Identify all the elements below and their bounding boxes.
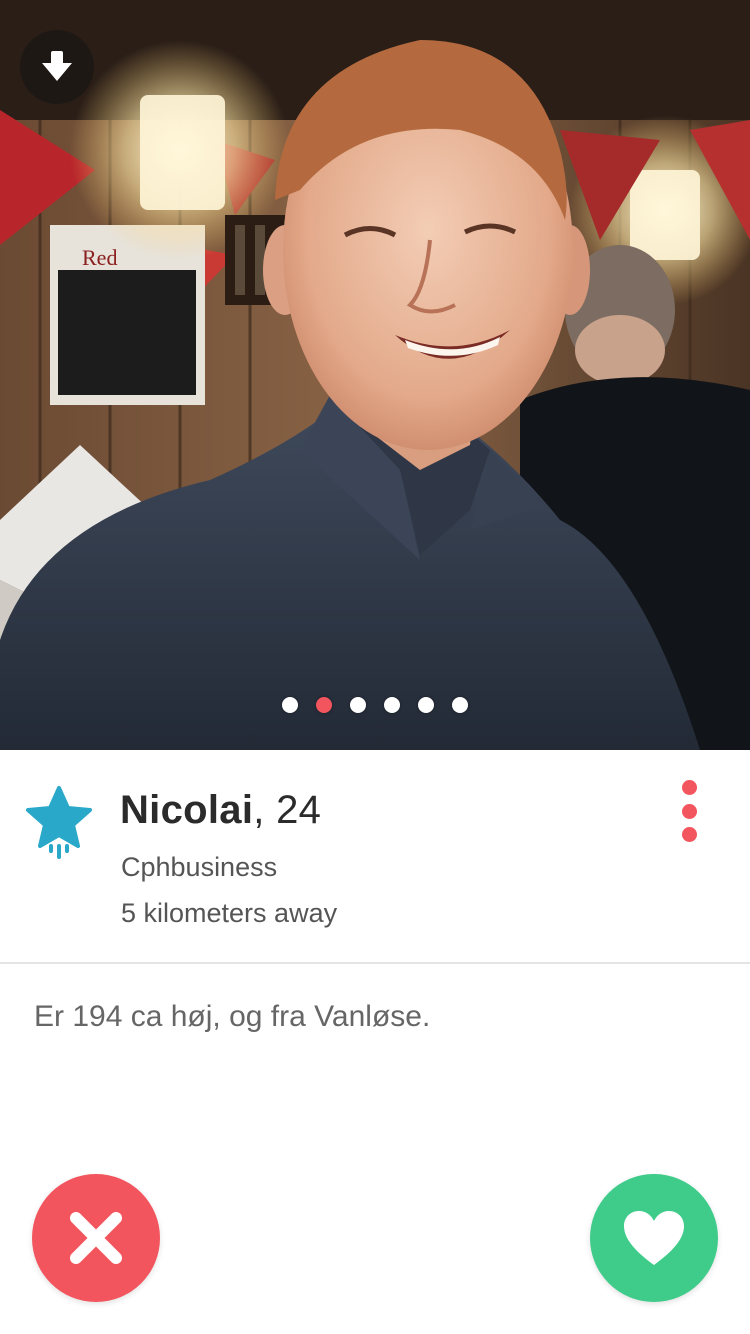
vertical-dots-icon	[681, 803, 697, 819]
photo-dot[interactable]	[452, 697, 468, 713]
profile-screen: Red Nicolai, 24 Cphbusiness 5 kilometers…	[0, 0, 750, 1334]
close-x-icon	[70, 1212, 122, 1264]
profile-photo[interactable]: Red	[0, 0, 750, 750]
profile-info: Nicolai, 24 Cphbusiness 5 kilometers awa…	[0, 750, 750, 962]
profile-bio: Er 194 ca høj, og fra Vanløse.	[34, 1000, 431, 1033]
more-options-button[interactable]	[672, 778, 706, 844]
vertical-dots-icon	[681, 780, 697, 795]
profile-school: Cphbusiness	[121, 852, 278, 882]
profile-photo-image: Red	[0, 0, 750, 750]
nope-button[interactable]	[32, 1174, 160, 1302]
sign-text: Red	[82, 245, 117, 270]
photo-dot[interactable]	[350, 697, 366, 713]
photo-dot-active[interactable]	[316, 697, 332, 713]
profile-name: Nicolai	[120, 788, 254, 832]
photo-dot[interactable]	[384, 697, 400, 713]
photo-dot[interactable]	[282, 697, 298, 713]
heart-icon	[624, 1211, 684, 1265]
profile-distance: 5 kilometers away	[121, 898, 338, 928]
collapse-profile-button[interactable]	[20, 30, 94, 104]
like-button[interactable]	[590, 1174, 718, 1302]
divider	[0, 962, 750, 964]
star-badge-icon[interactable]	[26, 786, 92, 862]
photo-indicator	[0, 697, 750, 713]
profile-age: , 24	[253, 788, 322, 832]
arrow-down-icon	[42, 51, 72, 81]
photo-dot[interactable]	[418, 697, 434, 713]
profile-name-age: Nicolai, 24	[120, 788, 321, 833]
vertical-dots-icon	[681, 827, 697, 842]
